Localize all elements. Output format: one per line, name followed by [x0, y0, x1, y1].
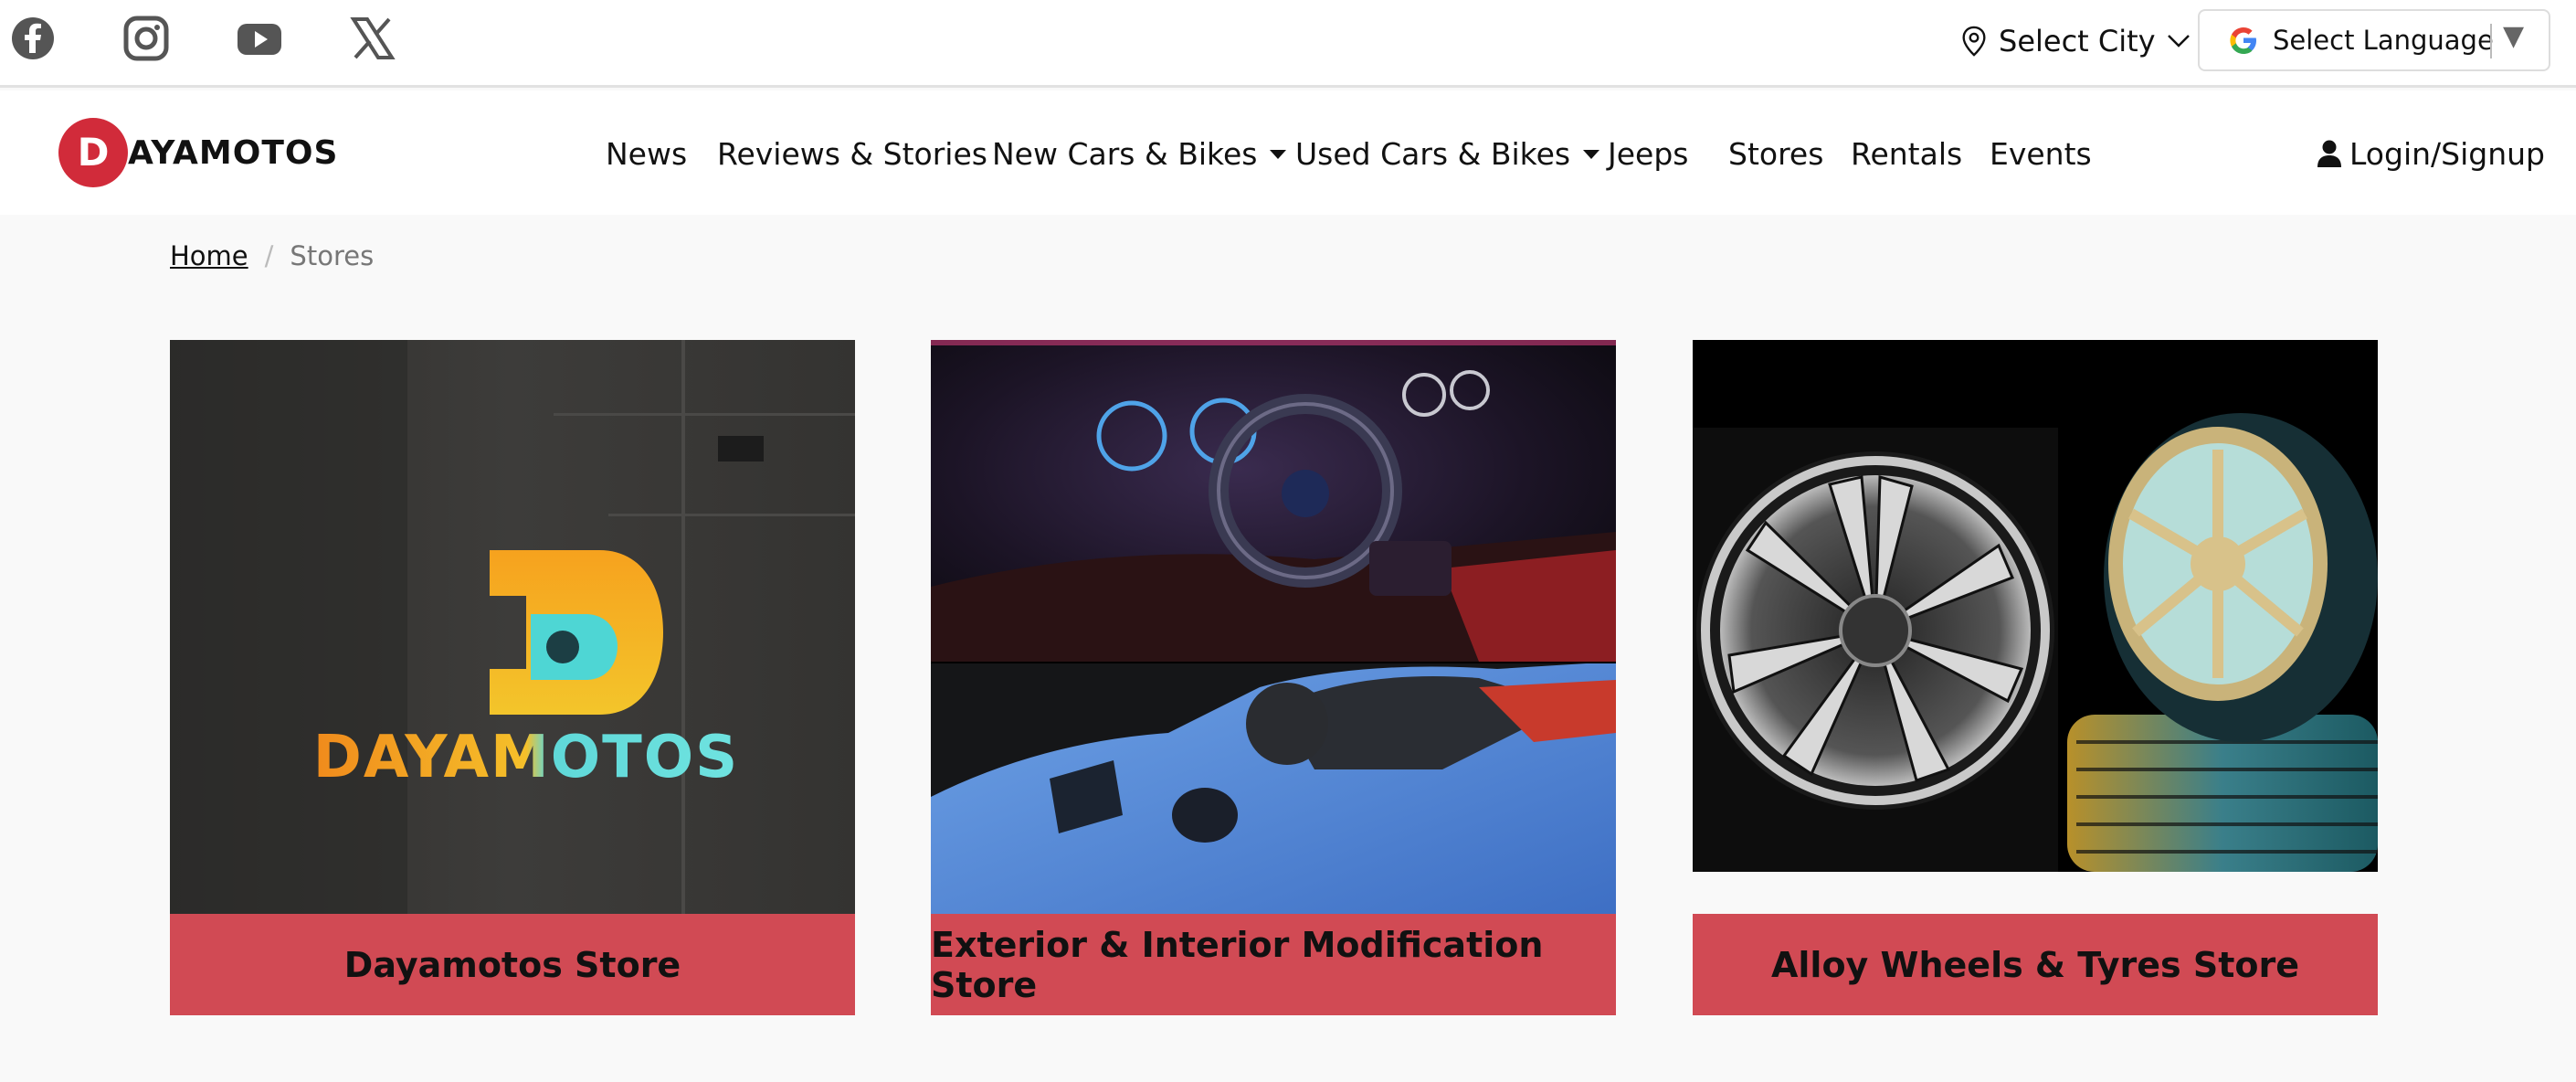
select-language-dropdown[interactable]: Select Language ▼ [2198, 9, 2550, 71]
logo-letter: D [78, 130, 110, 175]
nav-label: Rentals [1851, 135, 1963, 172]
nav-reviews-stories[interactable]: Reviews & Stories [717, 133, 987, 175]
youtube-icon[interactable] [236, 15, 283, 62]
nav-rentals[interactable]: Rentals [1851, 133, 1962, 175]
store-image-text: DAYAMOTOS [313, 724, 740, 791]
breadcrumb-home-link[interactable]: Home [170, 240, 248, 271]
store-image-dayamotos: DAYAMOTOS [170, 340, 855, 914]
instagram-icon[interactable] [122, 15, 170, 62]
logo-wordmark: AYAMOTOS [128, 133, 339, 172]
nav-jeeps[interactable]: Jeeps [1608, 133, 1688, 175]
location-pin-icon [1962, 26, 1986, 57]
select-city-dropdown[interactable]: Select City [1960, 18, 2191, 64]
breadcrumb-separator: / [264, 240, 274, 271]
breadcrumb-current: Stores [290, 240, 375, 271]
store-image-modification [931, 340, 1616, 914]
x-twitter-icon[interactable] [349, 15, 396, 62]
nav-used-cars-bikes[interactable]: Used Cars & Bikes [1295, 133, 1600, 175]
login-signup-label: Login/Signup [2349, 135, 2545, 172]
store-title: Dayamotos Store [170, 914, 855, 1015]
nav-news[interactable]: News [606, 133, 687, 175]
nav-label: Events [1990, 135, 2092, 172]
select-city-label: Select City [1999, 24, 2156, 58]
user-icon [2317, 140, 2341, 167]
breadcrumb: Home / Stores [170, 236, 374, 276]
nav-label: Stores [1728, 135, 1824, 172]
facebook-icon[interactable] [9, 15, 57, 62]
caret-down-icon [1270, 150, 1287, 159]
nav-events[interactable]: Events [1990, 133, 2092, 175]
store-image-wheels-tyres [1693, 340, 2378, 872]
divider [2490, 24, 2492, 58]
nav-label: New Cars & Bikes [992, 135, 1258, 172]
nav-label: Reviews & Stories [717, 135, 987, 172]
dropdown-arrow-icon: ▼ [2503, 20, 2525, 52]
logo-mark-icon: D [58, 118, 128, 187]
login-signup-button[interactable]: Login/Signup [2317, 133, 2545, 175]
nav-label: News [606, 135, 688, 172]
nav-label: Jeeps [1608, 135, 1689, 172]
google-icon [2230, 27, 2256, 54]
select-language-label: Select Language [2273, 25, 2494, 56]
main-navbar: D AYAMOTOS News Reviews & Stories New Ca… [0, 90, 2576, 215]
caret-down-icon [1583, 150, 1600, 159]
nav-stores[interactable]: Stores [1728, 133, 1823, 175]
store-title: Exterior & Interior Modification Store [931, 914, 1616, 1015]
nav-new-cars-bikes[interactable]: New Cars & Bikes [992, 133, 1287, 175]
site-logo[interactable]: D AYAMOTOS [57, 116, 338, 189]
store-title: Alloy Wheels & Tyres Store [1693, 914, 2378, 1015]
chevron-down-icon [2167, 35, 2190, 48]
top-utility-bar: Select City Select Language ▼ [0, 0, 2576, 88]
nav-label: Used Cars & Bikes [1295, 135, 1571, 172]
